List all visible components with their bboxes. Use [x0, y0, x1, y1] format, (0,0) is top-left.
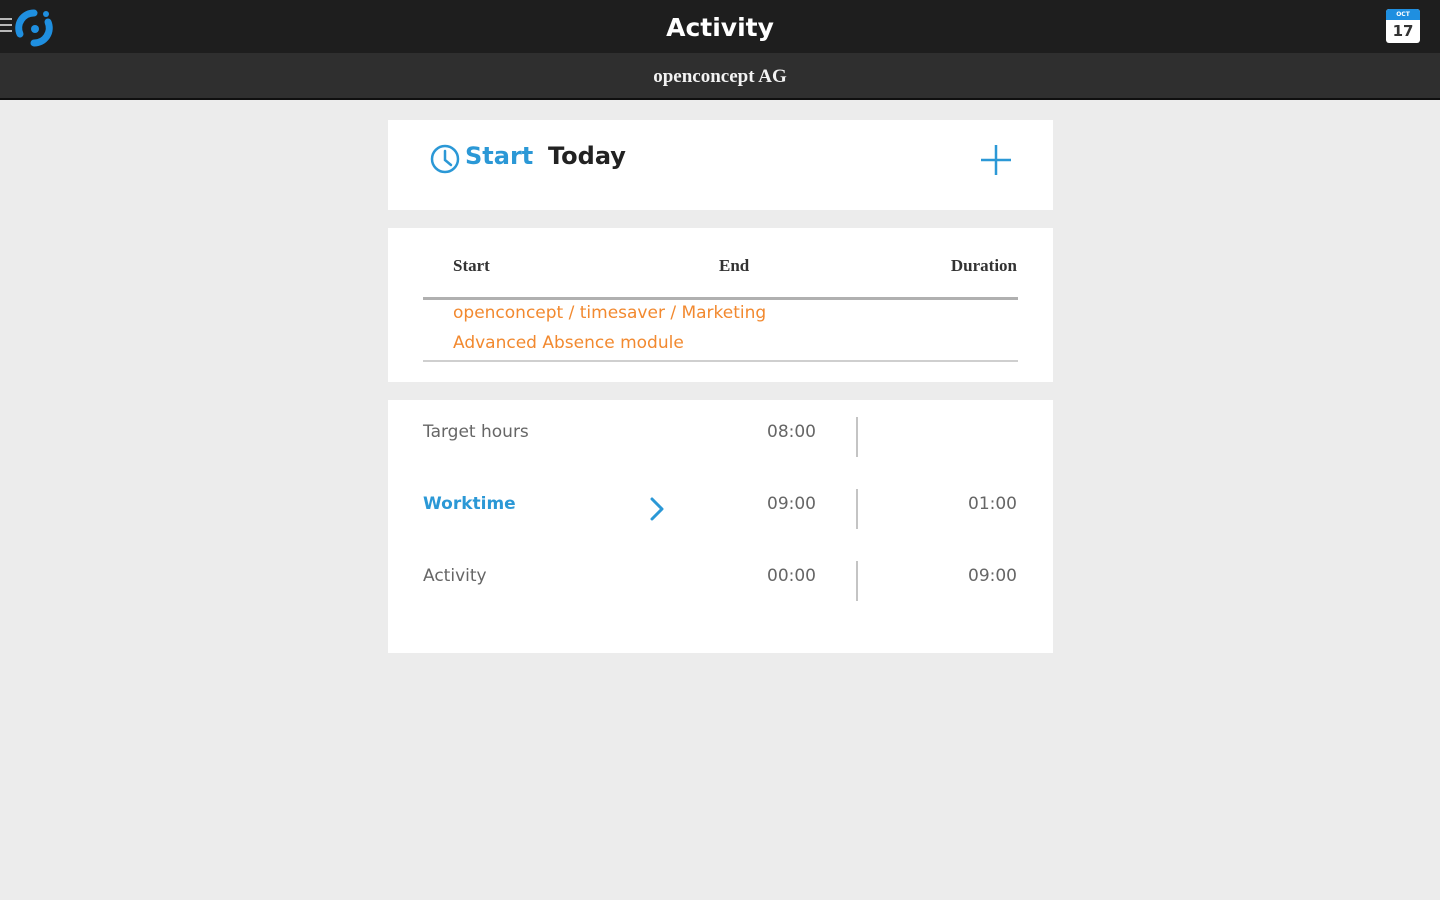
entries-card: Start End Duration openconcept / timesav… — [388, 228, 1053, 382]
calendar-day: 17 — [1392, 22, 1414, 40]
summary-row-target-hours: Target hours 08:00 — [388, 400, 1053, 457]
calendar-icon[interactable]: OCT 17 — [1386, 9, 1420, 43]
worktime-link[interactable]: Worktime — [423, 494, 516, 514]
column-separator — [856, 561, 858, 601]
date-label[interactable]: Today — [548, 142, 626, 170]
column-header-start: Start — [453, 256, 490, 275]
summary-difference: 09:00 — [968, 566, 1017, 586]
header-divider — [423, 297, 1018, 300]
summary-label: Activity — [423, 566, 487, 586]
summary-label: Target hours — [423, 422, 529, 442]
start-button[interactable]: Start — [465, 142, 533, 170]
company-name: openconcept AG — [653, 66, 787, 87]
calendar-month: OCT — [1386, 9, 1420, 20]
summary-value: 09:00 — [767, 494, 816, 514]
column-header-duration: Duration — [950, 256, 1017, 275]
summary-difference: 01:00 — [968, 494, 1017, 514]
column-separator — [856, 417, 858, 457]
plus-icon[interactable] — [978, 142, 1014, 178]
entry-divider — [423, 360, 1018, 362]
clock-icon — [430, 144, 460, 174]
summary-card: Target hours 08:00 Worktime 09:00 01:00 … — [388, 400, 1053, 653]
column-separator — [856, 489, 858, 529]
chevron-right-icon[interactable] — [646, 494, 668, 524]
top-app-bar: Activity OCT 17 — [0, 0, 1440, 53]
page-title: Activity — [666, 13, 774, 42]
entry-project-path[interactable]: openconcept / timesaver / Marketing — [453, 303, 766, 323]
company-bar: openconcept AG — [0, 53, 1440, 100]
summary-value: 08:00 — [767, 422, 816, 442]
column-header-end: End — [719, 256, 750, 275]
start-card: Start Today — [388, 120, 1053, 210]
entry-task-name[interactable]: Advanced Absence module — [453, 333, 684, 353]
summary-row-worktime[interactable]: Worktime 09:00 01:00 — [388, 472, 1053, 529]
summary-row-activity: Activity 00:00 09:00 — [388, 544, 1053, 601]
summary-value: 00:00 — [767, 566, 816, 586]
